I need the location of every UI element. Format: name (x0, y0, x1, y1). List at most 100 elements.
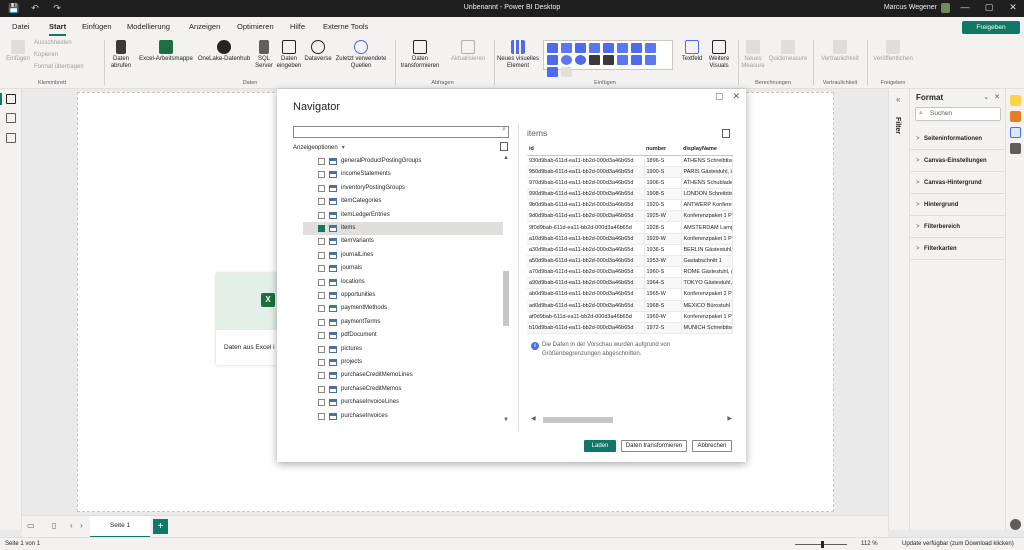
paste-button[interactable]: Einfügen (4, 40, 32, 63)
scroll-down-icon[interactable]: ▼ (502, 417, 510, 423)
checkbox[interactable] (318, 305, 325, 313)
section-seiteninformationen[interactable]: Seiteninformationen (910, 128, 1006, 150)
filter-pane[interactable]: « Filter (888, 89, 909, 530)
add-page-button[interactable]: + (153, 519, 168, 534)
tree-item[interactable]: purchaseInvoiceLines (318, 396, 498, 409)
chevron-down-icon[interactable]: ⌄ (983, 93, 989, 101)
sensitivity-button[interactable]: Vertraulichkeit (815, 40, 865, 63)
tree-item[interactable]: itemLedgerEntries (318, 209, 498, 222)
tab-datei[interactable]: Datei (12, 22, 30, 31)
checkbox[interactable] (318, 385, 325, 393)
donut-chart-icon[interactable] (575, 55, 586, 65)
format-pane-icon[interactable] (1010, 127, 1021, 138)
matrix-icon[interactable] (603, 55, 614, 65)
tree-item[interactable]: items (303, 222, 503, 235)
cancel-button[interactable]: Abbrechen (692, 440, 732, 452)
scroll-left-icon[interactable]: ◀ (531, 415, 536, 422)
transform-data-button[interactable]: Daten transformieren (396, 40, 444, 70)
load-button[interactable]: Laden (584, 440, 616, 452)
minimize-button[interactable]: — (958, 2, 972, 13)
section-filterkarten[interactable]: Filterkarten (910, 238, 1006, 260)
card-icon[interactable] (645, 55, 656, 65)
new-visual-button[interactable]: Neues visuelles Element (495, 40, 541, 70)
checkbox[interactable] (318, 332, 325, 340)
checkbox[interactable] (318, 318, 325, 326)
new-measure-button[interactable]: Neues Measure (740, 40, 766, 70)
close-button[interactable]: ✕ (1006, 2, 1020, 13)
model-view-icon[interactable] (6, 133, 16, 143)
tree-item[interactable]: incomeStatements (318, 168, 498, 181)
ribbon-chart-icon[interactable] (547, 55, 558, 65)
add-pane-icon[interactable] (1010, 143, 1021, 154)
checkbox[interactable] (318, 278, 325, 286)
display-options-dropdown[interactable]: Anzeigeoptionen ▾ (293, 144, 345, 151)
navigator-search-input[interactable]: ⌕ (293, 126, 509, 138)
excel-workbook-button[interactable]: Excel-Arbeitsmappe (137, 40, 195, 63)
textbox-button[interactable]: Textfeld (680, 40, 704, 63)
checkbox[interactable] (318, 412, 325, 420)
refresh-preview-icon[interactable] (500, 142, 508, 151)
tree-item[interactable]: purchaseCreditMemoLines (318, 369, 498, 382)
checkbox[interactable] (318, 184, 325, 192)
tab-start[interactable]: Start (49, 22, 67, 36)
report-view-icon[interactable] (0, 93, 16, 105)
visual-gallery[interactable] (543, 40, 673, 77)
tree-item[interactable]: opportunities (318, 289, 498, 302)
tree-item[interactable]: journalLines (318, 249, 498, 262)
checkbox[interactable] (318, 359, 325, 366)
close-dialog-icon[interactable]: ✕ (732, 91, 740, 102)
checkbox[interactable] (318, 171, 325, 179)
pie-chart-icon[interactable] (561, 55, 572, 65)
kpi-icon[interactable] (547, 67, 558, 77)
tab-externe-tools[interactable]: Externe Tools (323, 22, 368, 31)
section-filterbereich[interactable]: Filterbereich (910, 216, 1006, 238)
tree-item[interactable]: paymentMethods (318, 302, 498, 315)
maximize-dialog-icon[interactable]: ▢ (715, 91, 724, 102)
data-pane-icon[interactable] (1010, 111, 1021, 122)
settings-icon[interactable] (1010, 519, 1021, 530)
table-view-icon[interactable] (6, 113, 16, 123)
checkbox[interactable] (318, 211, 325, 219)
onelake-hub-button[interactable]: OneLake-Datenhub (195, 40, 253, 63)
tree-item[interactable]: itemVariants (318, 235, 498, 248)
tab-einfuegen[interactable]: Einfügen (82, 22, 112, 31)
area-chart-icon[interactable] (617, 43, 628, 53)
checkbox[interactable] (318, 399, 325, 407)
format-painter-button[interactable]: Format übertragen (34, 64, 84, 70)
stacked-column-icon[interactable] (603, 43, 614, 53)
clustered-bar-icon[interactable] (575, 43, 586, 53)
recent-sources-button[interactable]: Zuletzt verwendete Quellen (333, 40, 389, 70)
maximize-button[interactable]: ▢ (982, 2, 996, 13)
tree-item[interactable]: paymentTerms (318, 316, 498, 329)
waterfall-icon[interactable] (645, 43, 656, 53)
stacked-bar-icon[interactable] (547, 43, 558, 53)
section-canvas-hintergrund[interactable]: Canvas-Hintergrund (910, 172, 1006, 194)
tree-item[interactable]: itemCategories (318, 195, 498, 208)
checkbox[interactable] (318, 225, 325, 232)
scroll-thumb[interactable] (543, 417, 613, 423)
copy-button[interactable]: Kopieren (34, 52, 58, 58)
tree-item[interactable]: locations (318, 276, 498, 289)
transform-data-button[interactable]: Daten transformieren (621, 440, 687, 452)
format-search-input[interactable]: ⌕ Suchen (915, 107, 1001, 121)
tab-anzeigen[interactable]: Anzeigen (189, 22, 220, 31)
avatar[interactable] (941, 3, 950, 13)
scroll-right-icon[interactable]: ▶ (727, 415, 732, 422)
sql-server-button[interactable]: SQL Server (253, 40, 275, 70)
checkbox[interactable] (318, 292, 325, 299)
dataverse-button[interactable]: Dataverse (303, 40, 333, 63)
export-preview-icon[interactable] (722, 129, 730, 138)
desktop-layout-icon[interactable]: ▭ (27, 521, 35, 530)
column-chart-icon[interactable] (561, 43, 572, 53)
tab-optimieren[interactable]: Optimieren (237, 22, 274, 31)
tree-item[interactable]: inventoryPostingGroups (318, 182, 498, 195)
collapse-icon[interactable]: « (896, 95, 900, 104)
checkbox[interactable] (318, 251, 325, 259)
tree-item[interactable]: purchaseInvoices (318, 410, 498, 423)
tab-hilfe[interactable]: Hilfe (290, 22, 305, 31)
enter-data-button[interactable]: Daten eingeben (275, 40, 303, 70)
excel-import-card[interactable]: X Daten aus Excel i (216, 273, 278, 365)
tree-item[interactable]: purchaseCreditMemos (318, 383, 498, 396)
mobile-layout-icon[interactable]: ▯ (52, 521, 56, 530)
next-page-icon[interactable]: › (80, 521, 83, 530)
